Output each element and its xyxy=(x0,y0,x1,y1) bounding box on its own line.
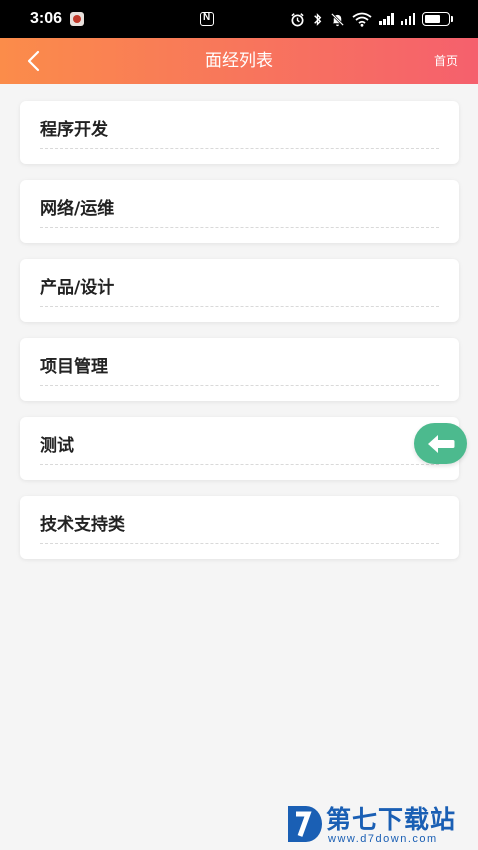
card-divider xyxy=(40,227,439,228)
bluetooth-icon xyxy=(314,12,322,26)
category-card-tech-support[interactable]: 技术支持类 xyxy=(20,496,459,559)
watermark-logo-icon xyxy=(288,806,322,842)
category-label: 技术支持类 xyxy=(40,515,125,535)
category-card-testing[interactable]: 测试 xyxy=(20,417,459,480)
notification-app-icon xyxy=(70,12,85,26)
card-divider xyxy=(40,385,439,386)
back-button[interactable] xyxy=(18,46,48,76)
arrow-left-icon xyxy=(427,434,454,453)
wifi-icon xyxy=(352,12,372,27)
category-card-project-management[interactable]: 项目管理 xyxy=(20,338,459,401)
card-divider xyxy=(40,543,439,544)
status-bar: 3:06 xyxy=(0,0,478,38)
watermark-url: www.d7down.com xyxy=(328,833,438,845)
category-card-programming[interactable]: 程序开发 xyxy=(20,101,459,164)
category-label: 项目管理 xyxy=(40,357,108,377)
category-label: 产品/设计 xyxy=(40,278,115,298)
category-label: 程序开发 xyxy=(40,120,108,140)
alarm-icon xyxy=(291,12,304,26)
app-header: 面经列表 首页 xyxy=(0,38,478,84)
status-left: 3:06 xyxy=(30,10,85,28)
chevron-left-icon xyxy=(27,50,40,72)
card-divider xyxy=(40,148,439,149)
page-title: 面经列表 xyxy=(205,51,273,71)
signal-icon-sim2 xyxy=(400,13,415,25)
watermark-brand: 第七下载站 xyxy=(326,805,457,834)
battery-level xyxy=(425,15,440,23)
home-link[interactable]: 首页 xyxy=(434,38,458,84)
card-divider xyxy=(40,464,439,465)
status-right xyxy=(290,12,453,27)
category-card-product-design[interactable]: 产品/设计 xyxy=(20,259,459,322)
floating-back-button[interactable] xyxy=(414,423,467,464)
mute-bell-icon xyxy=(331,12,344,26)
category-card-network-ops[interactable]: 网络/运维 xyxy=(20,180,459,243)
nfc-icon xyxy=(200,12,214,26)
category-label: 测试 xyxy=(40,436,74,456)
battery-icon xyxy=(422,12,453,26)
card-divider xyxy=(40,306,439,307)
watermark: 第七下载站 www.d7down.com xyxy=(282,800,472,848)
category-label: 网络/运维 xyxy=(40,199,115,219)
status-time: 3:06 xyxy=(30,10,63,27)
category-list: 程序开发 网络/运维 产品/设计 项目管理 测试 技术支持类 xyxy=(20,101,459,575)
signal-icon-sim1 xyxy=(379,13,394,25)
